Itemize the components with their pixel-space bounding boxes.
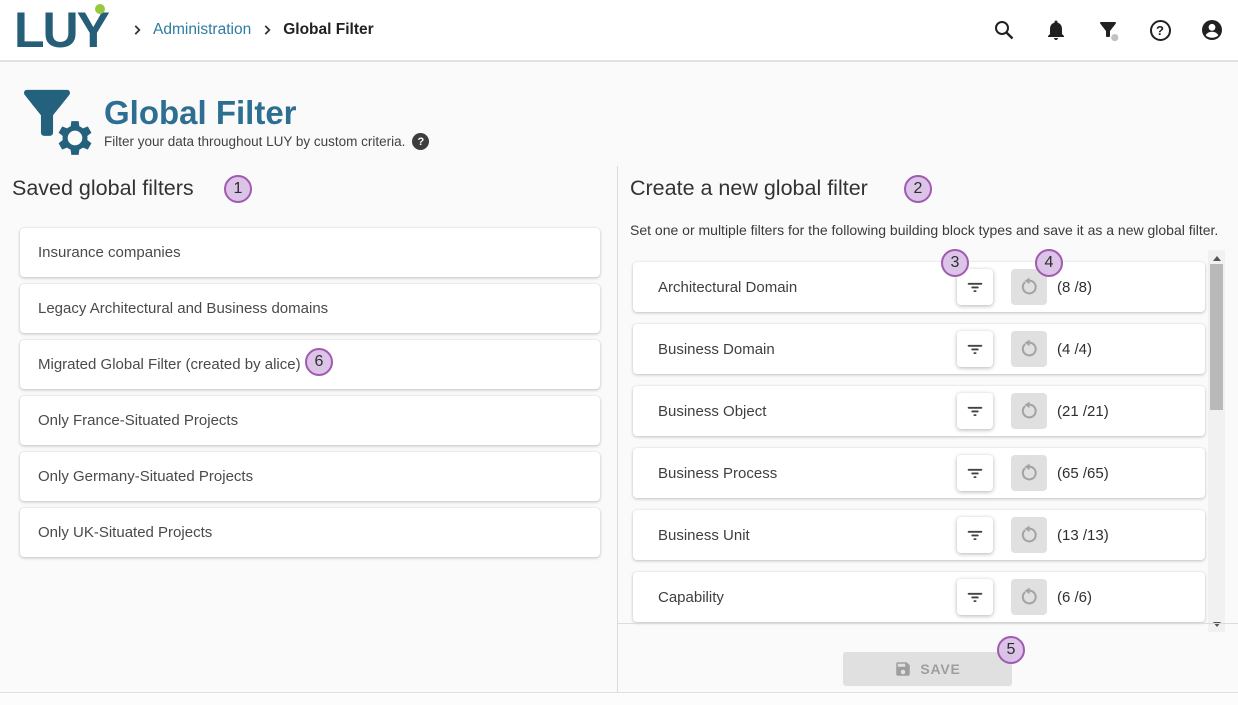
reset-filter-button[interactable]	[1011, 579, 1047, 615]
set-filter-button[interactable]	[957, 331, 993, 367]
annotation-badge-6: 6	[305, 348, 333, 376]
undo-icon	[1018, 586, 1040, 608]
help-icon[interactable]: ?	[1148, 18, 1172, 42]
undo-icon	[1018, 524, 1040, 546]
reset-filter-button[interactable]	[1011, 331, 1047, 367]
undo-icon	[1018, 338, 1040, 360]
saved-filter-item[interactable]: Legacy Architectural and Business domain…	[20, 284, 600, 333]
building-block-row: Business Object (21 /21)	[633, 386, 1205, 436]
saved-filters-list: Insurance companies Legacy Architectural …	[20, 228, 600, 557]
save-area-divider	[618, 623, 1238, 624]
saved-filter-label: Only Germany-Situated Projects	[38, 468, 253, 485]
create-filter-description: Set one or multiple filters for the foll…	[630, 222, 1218, 238]
building-block-row: Business Domain (4 /4)	[633, 324, 1205, 374]
building-block-label: Architectural Domain	[658, 279, 797, 296]
scrollbar-down-button[interactable]	[1208, 618, 1225, 630]
filter-count: (8 /8)	[1057, 279, 1092, 296]
global-filter-page-icon	[14, 80, 104, 164]
global-filter-funnel-icon[interactable]	[1096, 18, 1120, 42]
annotation-badge-4: 4	[1035, 249, 1063, 277]
saved-filters-heading: Saved global filters	[12, 176, 194, 201]
chevron-right-icon	[260, 23, 274, 37]
filter-count: (4 /4)	[1057, 341, 1092, 358]
filter-lines-icon	[964, 524, 986, 546]
gear-icon	[53, 116, 97, 160]
subtitle-help-icon[interactable]: ?	[412, 133, 429, 150]
save-button[interactable]: SAVE	[843, 652, 1012, 686]
annotation-badge-5: 5	[997, 636, 1025, 664]
reset-filter-button[interactable]	[1011, 517, 1047, 553]
chevron-right-icon	[130, 23, 144, 37]
building-block-row: Capability (6 /6)	[633, 572, 1205, 622]
saved-filter-label: Only France-Situated Projects	[38, 412, 238, 429]
building-block-label: Business Process	[658, 465, 777, 482]
saved-filter-item[interactable]: Only France-Situated Projects	[20, 396, 600, 445]
undo-icon	[1018, 400, 1040, 422]
filter-count: (13 /13)	[1057, 527, 1109, 544]
breadcrumb: Administration Global Filter	[130, 21, 374, 39]
create-filter-heading: Create a new global filter	[630, 176, 868, 201]
annotation-badge-2: 2	[904, 175, 932, 203]
annotation-badge-1: 1	[224, 175, 252, 203]
notifications-bell-icon[interactable]	[1044, 18, 1068, 42]
filter-count: (6 /6)	[1057, 589, 1092, 606]
filter-count: (21 /21)	[1057, 403, 1109, 420]
saved-filter-item[interactable]: Insurance companies	[20, 228, 600, 277]
luy-logo[interactable]: LUY	[14, 1, 108, 59]
page-bottom-divider	[0, 692, 1238, 693]
filter-lines-icon	[964, 586, 986, 608]
set-filter-button[interactable]	[957, 517, 993, 553]
saved-filter-label: Only UK-Situated Projects	[38, 524, 212, 541]
luy-logo-text: LUY	[14, 2, 108, 58]
scrollbar-track[interactable]	[1208, 250, 1225, 632]
search-icon[interactable]	[992, 18, 1016, 42]
building-block-label: Business Object	[658, 403, 766, 420]
page-subtitle: Filter your data throughout LUY by custo…	[104, 133, 429, 150]
subtitle-help-glyph: ?	[418, 136, 425, 148]
logo-green-dot-icon	[95, 4, 105, 14]
account-icon[interactable]	[1200, 18, 1224, 42]
building-block-label: Business Domain	[658, 341, 775, 358]
building-block-row: Business Process (65 /65)	[633, 448, 1205, 498]
scrollbar-up-button[interactable]	[1208, 252, 1225, 264]
undo-icon	[1018, 276, 1040, 298]
filter-count: (65 /65)	[1057, 465, 1109, 482]
undo-icon	[1018, 462, 1040, 484]
saved-filter-label: Legacy Architectural and Business domain…	[38, 300, 328, 317]
set-filter-button[interactable]	[957, 455, 993, 491]
building-block-row: Architectural Domain (8 /8)	[633, 262, 1205, 312]
set-filter-button[interactable]	[957, 579, 993, 615]
saved-filter-label: Insurance companies	[38, 244, 181, 261]
building-block-row: Business Unit (13 /13)	[633, 510, 1205, 560]
annotation-badge-3: 3	[941, 249, 969, 277]
save-floppy-icon	[894, 660, 912, 678]
set-filter-button[interactable]	[957, 393, 993, 429]
scrollbar-thumb[interactable]	[1210, 264, 1223, 410]
reset-filter-button[interactable]	[1011, 393, 1047, 429]
filter-lines-icon	[964, 276, 986, 298]
breadcrumb-administration[interactable]: Administration	[153, 21, 251, 39]
building-block-label: Business Unit	[658, 527, 750, 544]
filter-lines-icon	[964, 338, 986, 360]
topbar-icon-group: ?	[992, 18, 1224, 42]
filter-lines-icon	[964, 400, 986, 422]
help-glyph: ?	[1156, 23, 1164, 38]
building-block-label: Capability	[658, 589, 724, 606]
saved-filter-item[interactable]: Only Germany-Situated Projects	[20, 452, 600, 501]
saved-filter-label: Migrated Global Filter (created by alice…	[38, 356, 301, 373]
breadcrumb-global-filter: Global Filter	[283, 21, 373, 39]
building-block-list: Architectural Domain (8 /8) Business Domai…	[633, 262, 1205, 622]
page-subtitle-text: Filter your data throughout LUY by custo…	[104, 134, 405, 149]
reset-filter-button[interactable]	[1011, 455, 1047, 491]
filter-lines-icon	[964, 462, 986, 484]
save-button-label: SAVE	[920, 661, 960, 677]
panel-divider	[617, 166, 618, 692]
page-title: Global Filter	[104, 95, 297, 131]
saved-filter-item[interactable]: Only UK-Situated Projects	[20, 508, 600, 557]
top-bar: LUY Administration Global Filter	[0, 0, 1238, 62]
